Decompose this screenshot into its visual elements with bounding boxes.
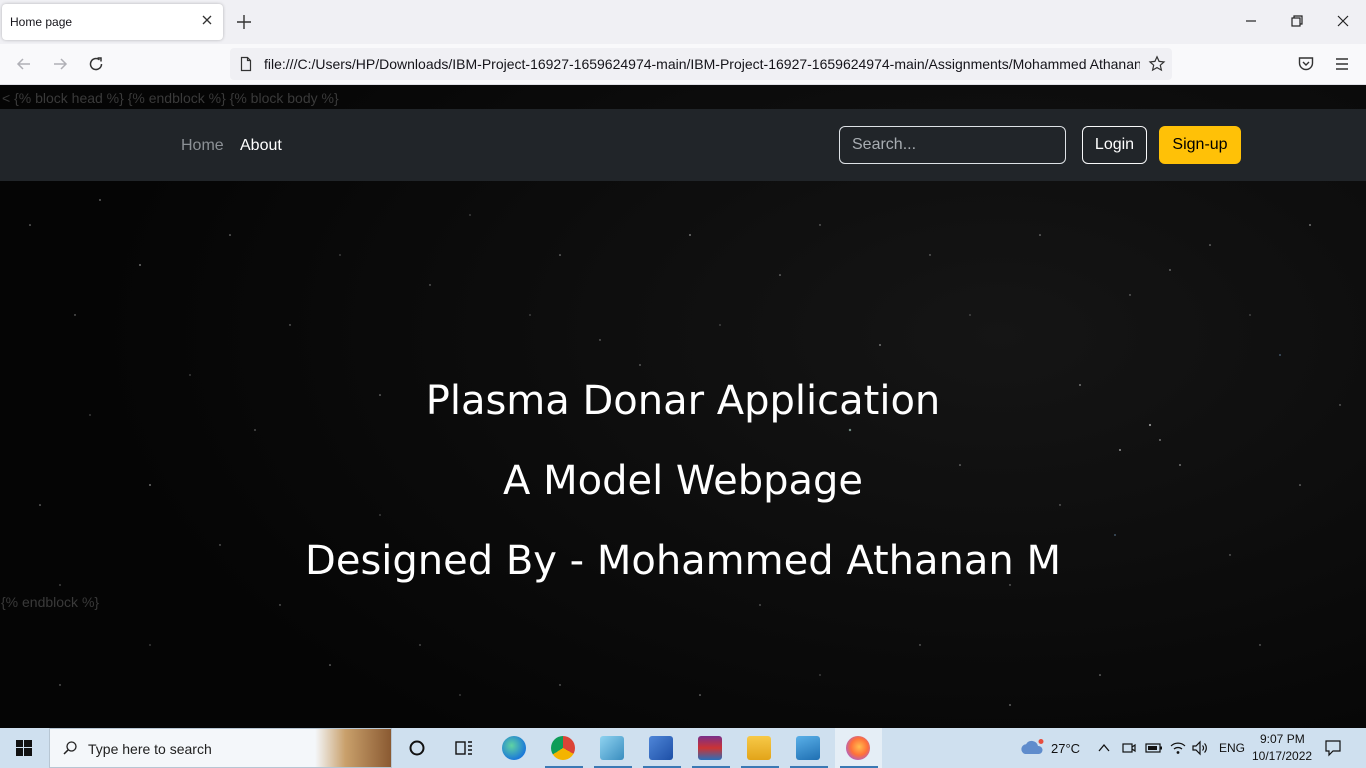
cortana-icon[interactable]: [405, 736, 429, 760]
meet-now-icon[interactable]: [1121, 740, 1137, 756]
bookmark-star-icon[interactable]: [1148, 55, 1166, 73]
photos-icon[interactable]: [796, 736, 820, 760]
nav-link-about[interactable]: About: [240, 137, 282, 155]
taskbar-search-placeholder: Type here to search: [88, 741, 212, 757]
chevron-up-icon[interactable]: [1097, 741, 1111, 755]
clock-time[interactable]: 9:07 PM: [1260, 732, 1305, 746]
volume-icon[interactable]: [1191, 739, 1209, 757]
search-highlight-image: [315, 729, 391, 767]
taskbar-search-box[interactable]: Type here to search: [49, 728, 392, 768]
task-view-icon[interactable]: [452, 736, 476, 760]
firefox-icon[interactable]: [846, 736, 870, 760]
chrome-browser-icon[interactable]: [551, 736, 575, 760]
app-icon[interactable]: [600, 736, 624, 760]
word-icon[interactable]: [649, 736, 673, 760]
hero-subtitle: A Model Webpage: [503, 458, 863, 504]
windows-start-icon[interactable]: [0, 728, 48, 768]
search-icon: [63, 741, 77, 755]
wifi-icon[interactable]: [1169, 739, 1187, 757]
site-navbar: Home About Login Sign-up: [0, 109, 1366, 181]
restore-icon[interactable]: [1286, 10, 1308, 32]
notifications-icon[interactable]: [1324, 739, 1342, 757]
url-text[interactable]: file:///C:/Users/HP/Downloads/IBM-Projec…: [264, 56, 1140, 72]
site-search-input[interactable]: [839, 126, 1066, 164]
template-code-text-bottom: {% endblock %}: [1, 594, 100, 610]
page-viewport: < {% block head %} {% endblock %} {% blo…: [0, 85, 1366, 728]
input-language[interactable]: ENG: [1219, 741, 1245, 755]
address-bar[interactable]: file:///C:/Users/HP/Downloads/IBM-Projec…: [230, 48, 1172, 80]
winrar-icon[interactable]: [698, 736, 722, 760]
close-window-icon[interactable]: [1332, 10, 1354, 32]
browser-tab-home[interactable]: Home page: [2, 4, 223, 40]
new-tab-icon[interactable]: [234, 12, 254, 32]
tab-title: Home page: [10, 15, 73, 29]
battery-icon[interactable]: [1145, 740, 1163, 756]
reload-icon[interactable]: [86, 54, 106, 74]
edge-browser-icon[interactable]: [502, 736, 526, 760]
signup-button[interactable]: Sign-up: [1159, 126, 1241, 164]
nav-link-home[interactable]: Home: [181, 137, 224, 155]
taskbar: Type here to search 27°C ENG 9:07 PM 10/…: [0, 728, 1366, 768]
minimize-icon[interactable]: [1240, 10, 1262, 32]
template-code-text-top: < {% block head %} {% endblock %} {% blo…: [2, 90, 339, 106]
back-arrow-icon[interactable]: [14, 54, 34, 74]
file-explorer-icon[interactable]: [747, 736, 771, 760]
page-icon: [240, 56, 252, 72]
forward-arrow-icon[interactable]: [50, 54, 70, 74]
login-button[interactable]: Login: [1082, 126, 1147, 164]
pocket-icon[interactable]: [1296, 54, 1316, 74]
browser-tab-bar: Home page: [0, 0, 1366, 44]
hero-title: Plasma Donar Application: [425, 378, 941, 424]
close-tab-icon[interactable]: [199, 12, 215, 28]
weather-cloud-icon[interactable]: [1019, 738, 1045, 758]
hero-author: Designed By - Mohammed Athanan M: [305, 538, 1061, 584]
clock-date[interactable]: 10/17/2022: [1252, 749, 1312, 763]
menu-icon[interactable]: [1332, 54, 1352, 74]
browser-toolbar: file:///C:/Users/HP/Downloads/IBM-Projec…: [0, 44, 1366, 85]
weather-temperature[interactable]: 27°C: [1051, 741, 1080, 756]
